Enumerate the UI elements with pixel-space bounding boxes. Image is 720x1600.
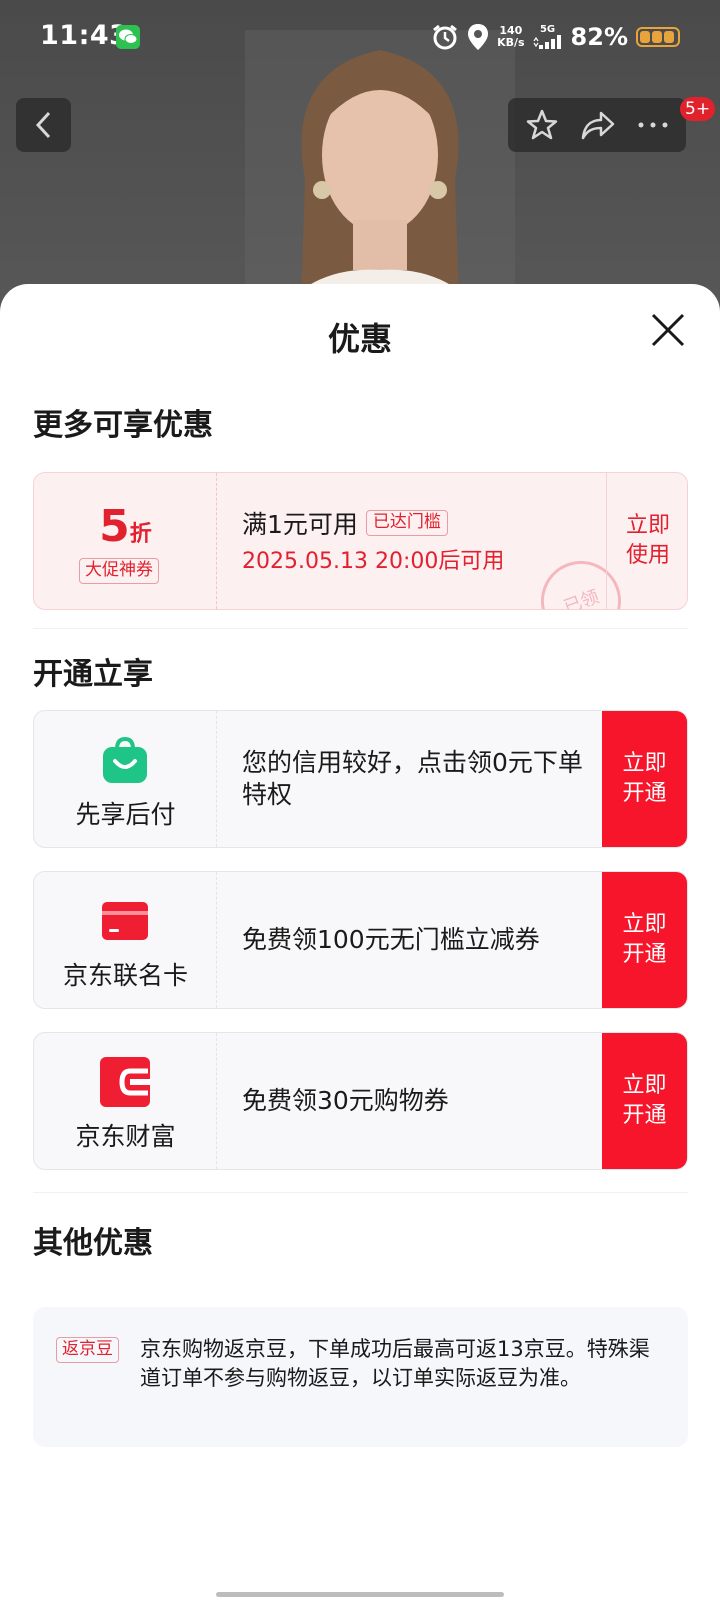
cart-count-badge: 5+ [680, 97, 716, 121]
location-icon [468, 24, 489, 50]
activate-label-2: 开通 [622, 942, 667, 967]
activate-title: 开通立享 [33, 657, 153, 692]
share-icon [581, 111, 615, 140]
star-icon [526, 109, 557, 140]
use-coupon-button[interactable]: 立即 使用 [606, 473, 687, 609]
network-speed-unit: KB/s [497, 36, 525, 49]
service-desc: 您的信用较好，点击领0元下单特权 [242, 748, 583, 809]
header-actions [508, 98, 686, 152]
activate-button[interactable]: 立即 开通 [602, 711, 687, 847]
service-card-co-brand-card[interactable]: 京东联名卡 免费领100元无门槛立减券 立即开通 [33, 871, 688, 1009]
home-indicator[interactable] [216, 1592, 504, 1597]
activate-button[interactable]: 立即 开通 [602, 1033, 687, 1169]
activate-label-2: 开通 [622, 781, 667, 806]
coupon-card[interactable]: 5折 大促神券 满1元可用 已达门槛 2025.05.13 20:00后可用 已… [33, 472, 688, 610]
use-coupon-label-1: 立即 [625, 513, 670, 538]
activate-label-1: 立即 [622, 751, 667, 776]
service-card-jd-finance[interactable]: 京东财富 免费领30元购物券 立即开通 [33, 1032, 688, 1170]
close-icon [651, 313, 685, 347]
sheet-title: 优惠 [327, 320, 392, 358]
more-dots-icon [638, 122, 668, 128]
return-beans-tag: 返京豆 [56, 1337, 119, 1363]
divider [33, 628, 688, 629]
service-name: 京东联名卡 [62, 961, 188, 990]
wallet-icon [100, 1057, 150, 1107]
more-offers-title: 更多可享优惠 [33, 408, 213, 443]
activate-label-1: 立即 [622, 1073, 667, 1098]
coupon-condition: 满1元可用 [242, 510, 358, 539]
divider [33, 1192, 688, 1193]
return-beans-text: 京东购物返京豆，下单成功后最高可返13京豆。特殊渠道订单不参与购物返豆，以订单实… [140, 1337, 650, 1390]
activate-button[interactable]: 立即 开通 [602, 872, 687, 1008]
coupon-value: 5折 [34, 501, 217, 552]
signal-icon [533, 35, 561, 49]
wechat-icon [116, 25, 140, 49]
use-coupon-label-2: 使用 [625, 543, 670, 568]
more-button[interactable] [637, 121, 669, 129]
service-name: 京东财富 [75, 1122, 176, 1151]
coupon-type-tag: 大促神券 [79, 558, 159, 584]
other-offers-title: 其他优惠 [33, 1226, 153, 1261]
credit-card-icon [102, 902, 148, 940]
coupon-discount-unit: 折 [129, 522, 152, 547]
share-button[interactable] [580, 108, 616, 142]
close-button[interactable] [650, 312, 690, 352]
service-name: 先享后付 [75, 800, 176, 829]
service-card-pay-later[interactable]: 先享后付 您的信用较好，点击领0元下单特权 立即开通 [33, 710, 688, 848]
activate-label-1: 立即 [622, 912, 667, 937]
service-desc: 免费领100元无门槛立减券 [242, 925, 540, 954]
alarm-icon [433, 24, 457, 50]
offers-sheet: 优惠 更多可享优惠 5折 大促神券 满1元可用 已达门槛 2025.05.13 … [0, 284, 720, 1600]
activate-label-2: 开通 [622, 1103, 667, 1128]
favorite-button[interactable] [525, 108, 559, 142]
coupon-valid-time: 2025.05.13 20:00后可用 [242, 549, 505, 574]
back-button[interactable] [16, 98, 71, 152]
service-desc: 免费领30元购物券 [242, 1086, 449, 1115]
network-type: 5G [539, 24, 556, 35]
jd-beans-offer: 返京豆 京东购物返京豆，下单成功后最高可返13京豆。特殊渠道订单不参与购物返豆，… [33, 1307, 688, 1447]
coupon-discount: 5 [99, 501, 130, 552]
threshold-reached-badge: 已达门槛 [365, 510, 448, 536]
status-bar: 11:43 140 KB/s 5G 82% [0, 0, 720, 76]
shopping-bag-icon [103, 736, 147, 783]
product-image-area: 11:43 140 KB/s 5G 82% 5+ [0, 0, 720, 320]
chevron-left-icon [35, 111, 50, 139]
battery-percent: 82% [570, 23, 628, 51]
battery-icon [636, 27, 680, 47]
